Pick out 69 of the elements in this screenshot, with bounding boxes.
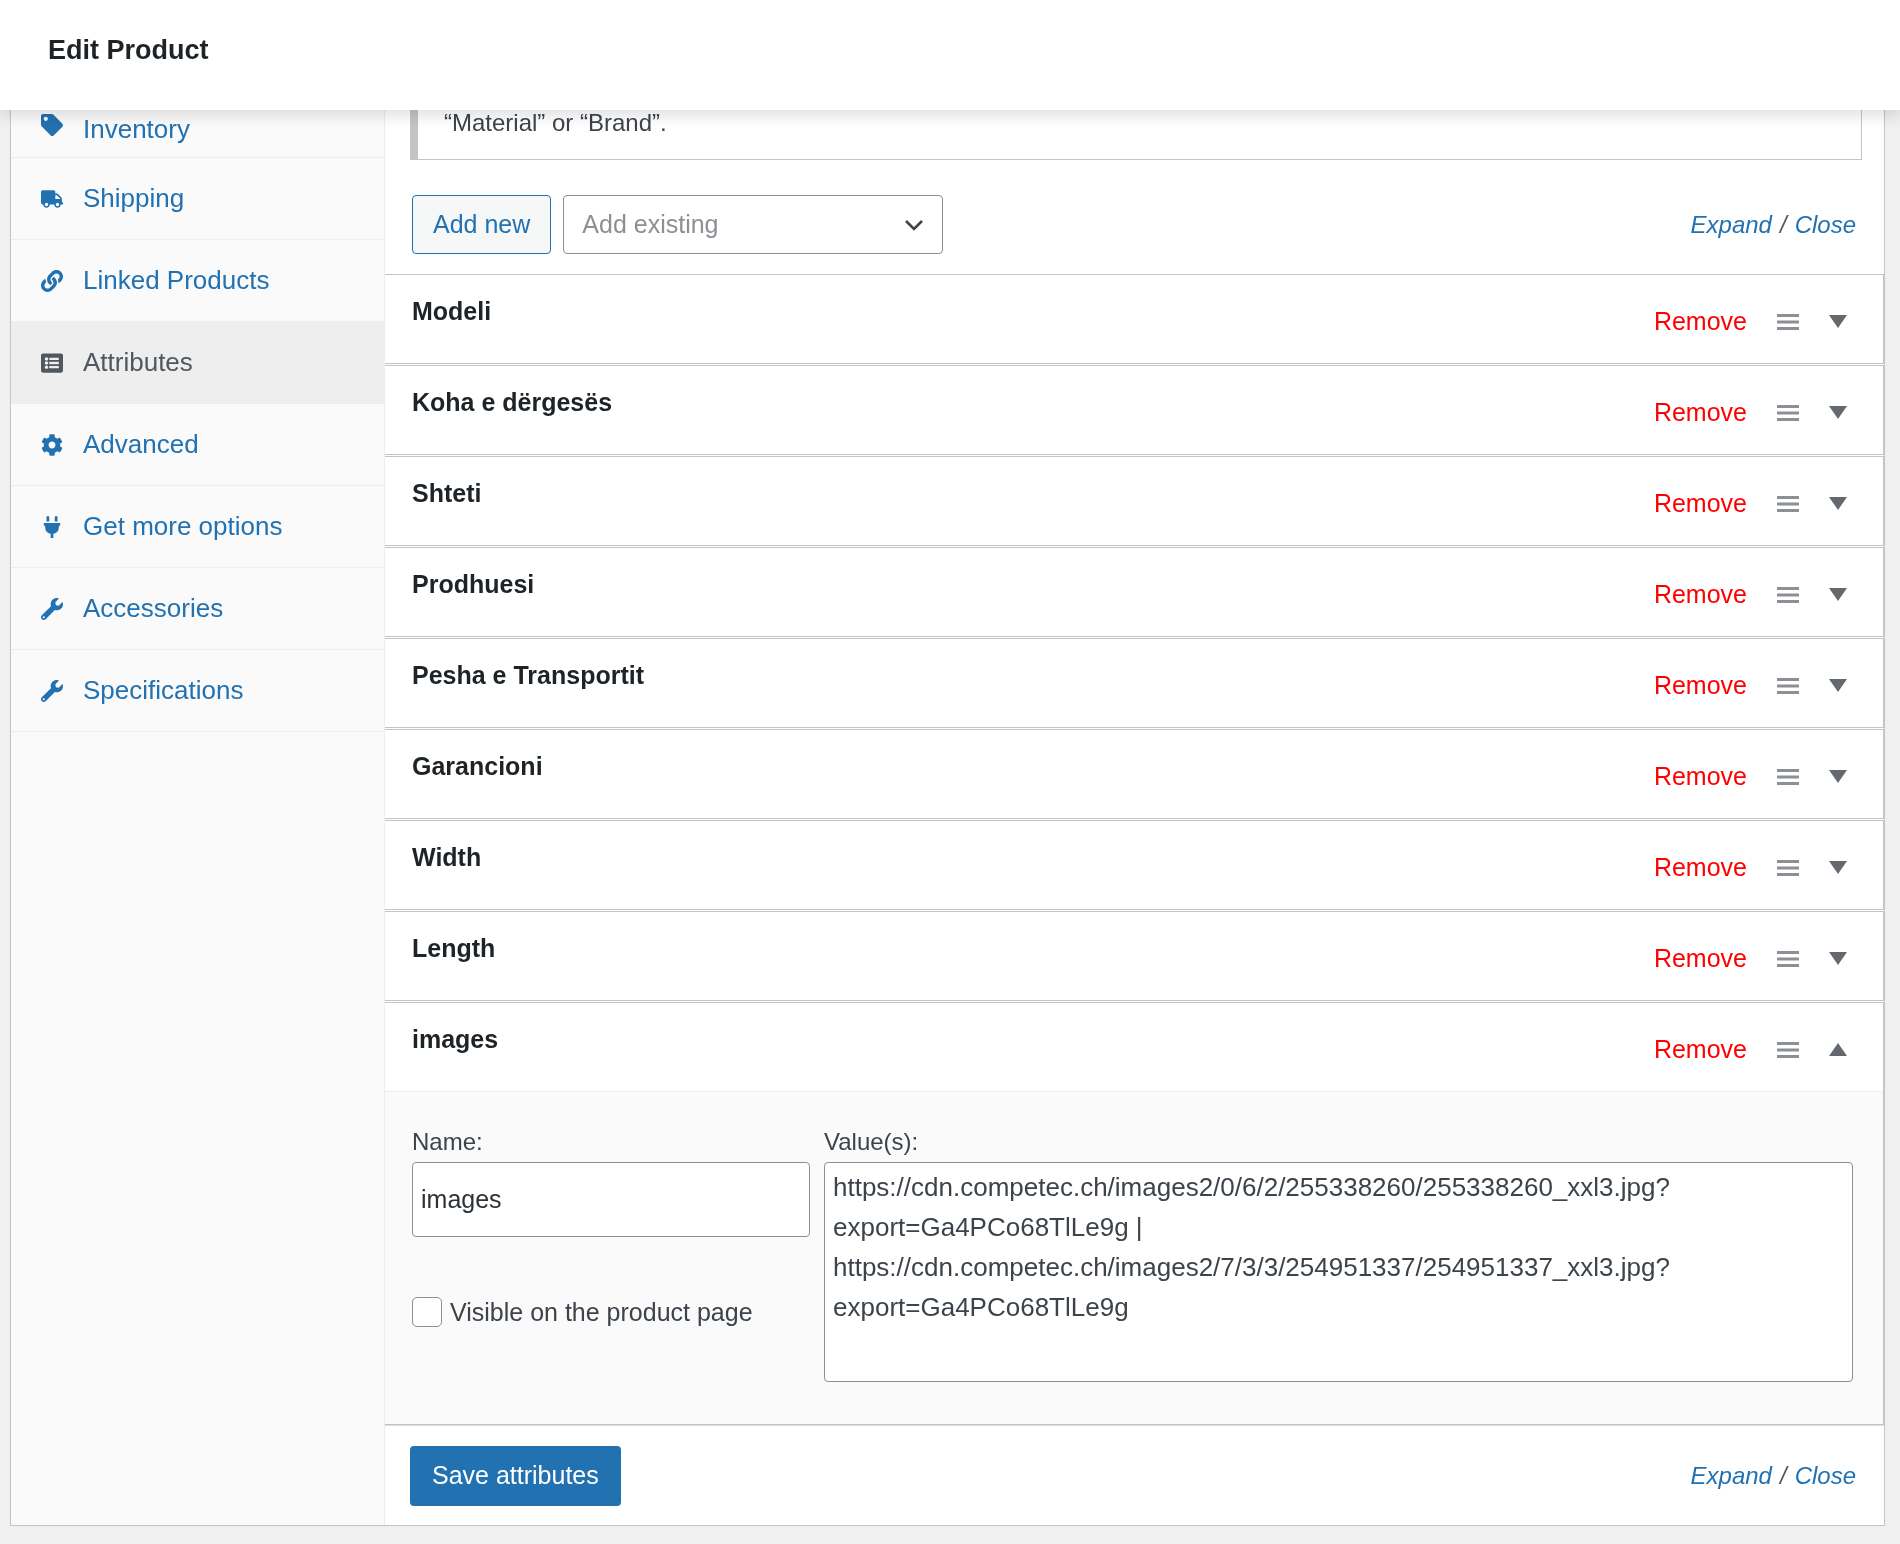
tab-icon [41, 433, 63, 456]
caret-icon[interactable] [1829, 588, 1847, 601]
caret-icon[interactable] [1829, 861, 1847, 874]
caret-icon[interactable] [1829, 679, 1847, 692]
drag-handle-icon[interactable] [1777, 404, 1799, 421]
caret-icon[interactable] [1829, 770, 1847, 783]
separator: / [1779, 1461, 1787, 1490]
separator: / [1779, 210, 1787, 239]
tab-icon [41, 515, 63, 538]
close-link[interactable]: Close [1794, 1461, 1856, 1490]
hint-text: “Material” or “Brand”. [444, 109, 667, 137]
remove-link[interactable]: Remove [1653, 580, 1747, 609]
drag-handle-icon[interactable] [1777, 495, 1799, 512]
attribute-name: images [412, 1025, 499, 1054]
drag-handle-icon[interactable] [1777, 1041, 1799, 1058]
expand-link[interactable]: Expand [1690, 210, 1772, 239]
attribute-name: Koha e dërgesës [412, 388, 613, 417]
add-new-button[interactable]: Add new [412, 195, 552, 254]
name-field[interactable]: images [412, 1162, 810, 1237]
drag-handle-icon[interactable] [1777, 950, 1799, 967]
sidebar-item[interactable]: Inventory [11, 110, 384, 158]
remove-link[interactable]: Remove [1653, 853, 1747, 882]
sidebar-item[interactable]: Accessories [11, 568, 384, 650]
caret-icon[interactable] [1829, 315, 1847, 328]
page-title: Edit Product [48, 34, 209, 66]
close-link[interactable]: Close [1794, 210, 1856, 239]
attribute-name: Length [412, 934, 496, 963]
sidebar-item[interactable]: Advanced [11, 404, 384, 486]
tab-icon [41, 679, 63, 702]
remove-link[interactable]: Remove [1653, 307, 1747, 336]
drag-handle-icon[interactable] [1777, 677, 1799, 694]
caret-icon[interactable] [1829, 497, 1847, 510]
expand-link[interactable]: Expand [1690, 1461, 1772, 1490]
caret-icon[interactable] [1829, 406, 1847, 419]
visible-checkbox[interactable] [412, 1297, 442, 1327]
attribute-name: Pesha e Transportit [412, 661, 645, 690]
attribute-name: Width [412, 843, 482, 872]
attribute-name: Garancioni [412, 752, 543, 781]
attribute-name: Shteti [412, 479, 482, 508]
tab-icon [41, 351, 63, 374]
remove-link[interactable]: Remove [1653, 762, 1747, 791]
remove-link[interactable]: Remove [1653, 1035, 1747, 1064]
drag-handle-icon[interactable] [1777, 859, 1799, 876]
add-existing-select[interactable]: Add existing [563, 195, 944, 254]
remove-link[interactable]: Remove [1653, 944, 1747, 973]
tab-icon [41, 269, 63, 292]
values-field[interactable]: https://cdn.competec.ch/images2/0/6/2/255338260/255338260_xxl3.jpg?export=Ga4PCo68TlLe9g | https://cdn.competec.ch/images2/7/3/3/254951337/254951337_xxl3.jpg?export=Ga4PCo68TlLe9g [824, 1162, 1853, 1382]
remove-link[interactable]: Remove [1653, 489, 1747, 518]
values-label: Value(s): [824, 1128, 920, 1156]
tab-icon [41, 187, 63, 210]
drag-handle-icon[interactable] [1777, 586, 1799, 603]
drag-handle-icon[interactable] [1777, 768, 1799, 785]
tab-icon [41, 597, 63, 620]
sidebar-item[interactable]: Specifications [11, 650, 384, 732]
tab-icon [41, 114, 63, 136]
chevron-down-icon [904, 218, 925, 231]
save-attributes-button[interactable]: Save attributes [410, 1445, 621, 1506]
attribute-name: Modeli [412, 297, 492, 326]
visible-label: Visible on the product page [450, 1297, 753, 1327]
remove-link[interactable]: Remove [1653, 398, 1747, 427]
sidebar-item[interactable]: Shipping [11, 158, 384, 240]
drag-handle-icon[interactable] [1777, 313, 1799, 330]
sidebar-item[interactable]: Attributes [11, 322, 384, 404]
caret-icon[interactable] [1829, 1043, 1847, 1056]
remove-link[interactable]: Remove [1653, 671, 1747, 700]
attribute-name: Prodhuesi [412, 570, 535, 599]
caret-icon[interactable] [1829, 952, 1847, 965]
name-label: Name: [412, 1128, 484, 1156]
sidebar-item[interactable]: Get more options [11, 486, 384, 568]
